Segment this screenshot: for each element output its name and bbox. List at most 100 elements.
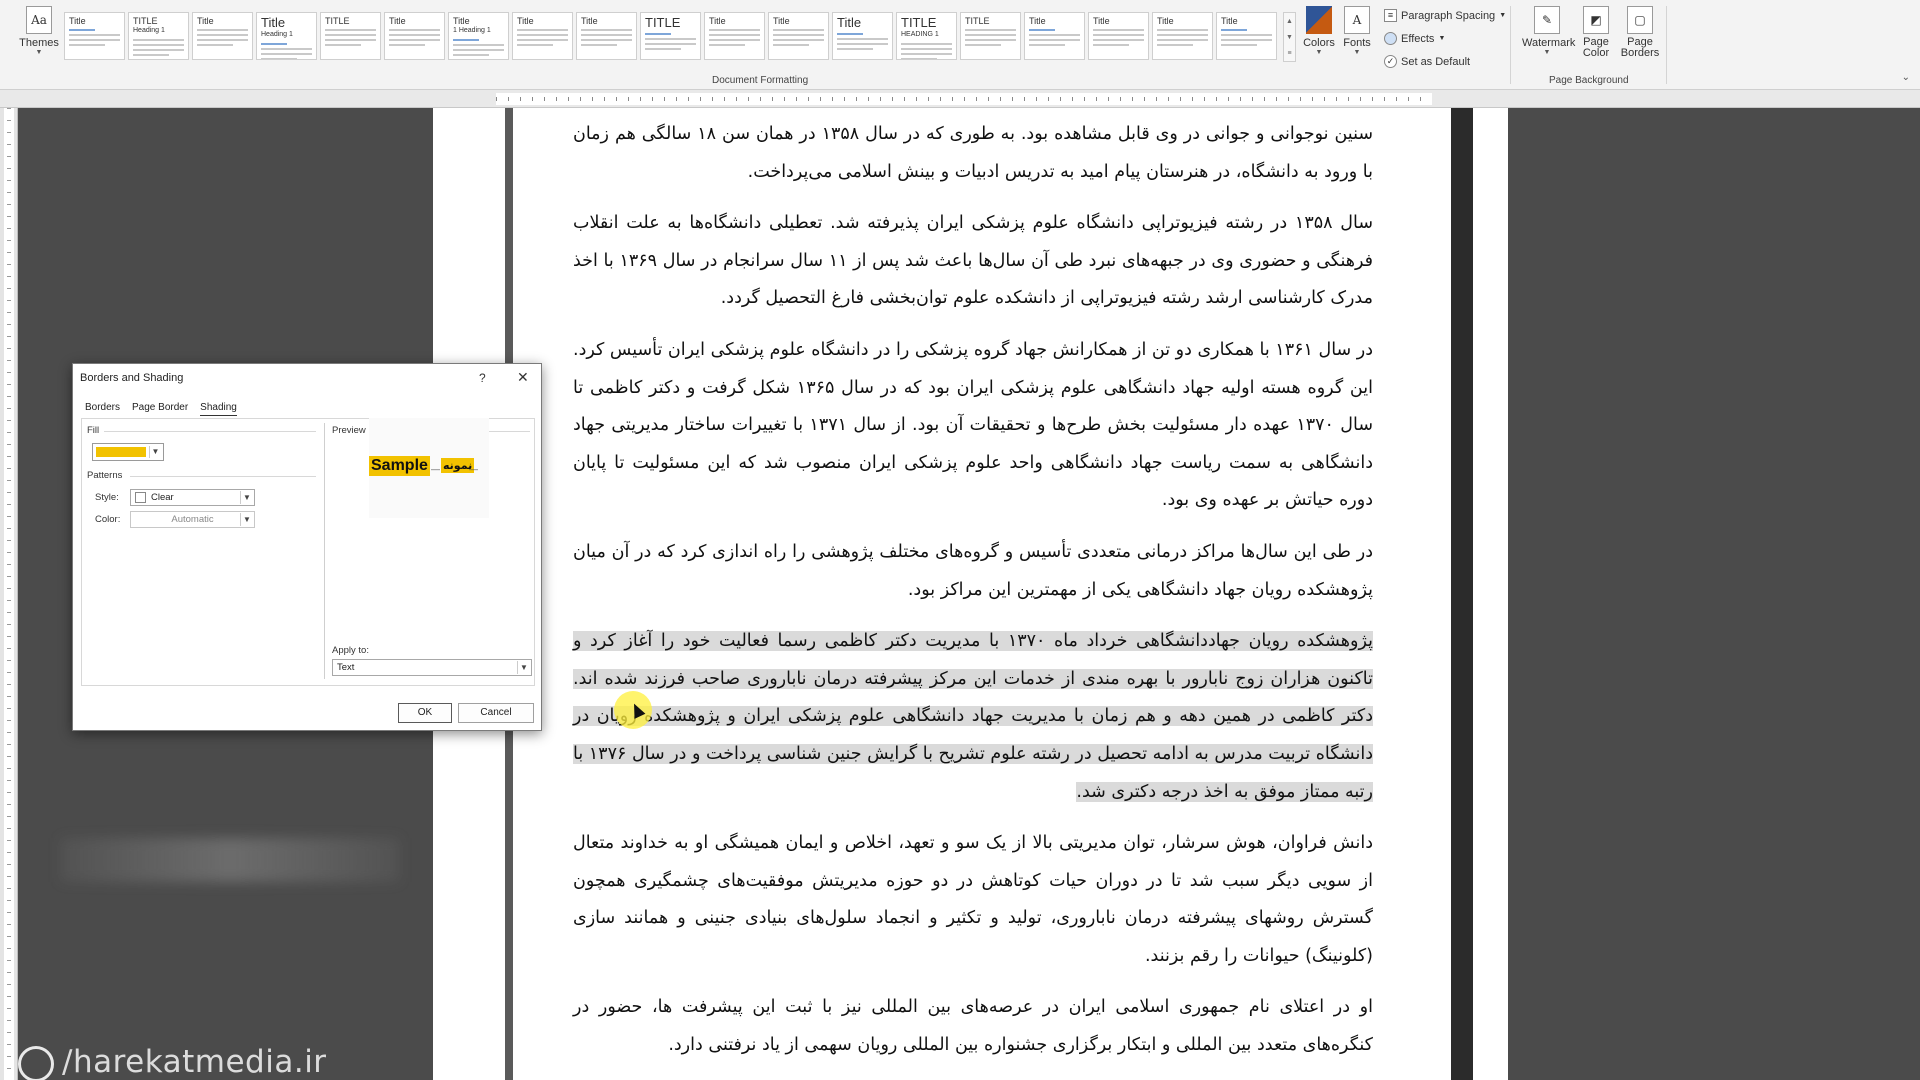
themes-button[interactable]: Aa Themes ▼	[18, 6, 60, 57]
fill-color-picker[interactable]: ▼	[92, 443, 164, 461]
paragraph[interactable]: دانش فراوان، هوش سرشار، توان مدیریتی بال…	[573, 825, 1373, 975]
document-page[interactable]: سنین نوجوانی و جوانی در وی قابل مشاهده ب…	[433, 108, 1508, 1080]
style-set-thumbnail[interactable]: TITLE	[960, 12, 1021, 60]
chevron-down-icon[interactable]: ▼	[517, 661, 530, 674]
style-thumbnail-title: Title	[1157, 16, 1174, 26]
watermark-button[interactable]: ✎ Watermark ▼	[1522, 6, 1575, 57]
chevron-up-icon[interactable]: ▲	[1286, 18, 1293, 25]
group-separator	[1666, 6, 1667, 84]
cancel-button[interactable]: Cancel	[458, 703, 534, 723]
style-set-thumbnail[interactable]: Title	[704, 12, 765, 60]
pattern-style-select[interactable]: Clear ▼	[130, 489, 255, 506]
tab-borders[interactable]: Borders	[85, 400, 120, 416]
pattern-color-select[interactable]: Automatic ▼	[130, 511, 255, 528]
paragraph[interactable]: او در اعتلای نام جمهوری اسلامی ایران در …	[573, 989, 1373, 1064]
tab-shading[interactable]: Shading	[200, 400, 237, 416]
chevron-down-icon[interactable]: ▼	[1286, 34, 1293, 41]
shading-preview: Sample — نمونه —	[369, 418, 489, 518]
style-set-thumbnail[interactable]: Title	[576, 12, 637, 60]
vertical-ruler[interactable]	[0, 108, 18, 1080]
chevron-down-icon[interactable]: ▼	[240, 491, 253, 504]
gallery-scroll[interactable]: ▲ ▼ ≡	[1283, 12, 1296, 62]
text-line-preview	[901, 48, 952, 50]
text-line-preview	[325, 39, 376, 41]
set-as-default-button[interactable]: ✓ Set as Default	[1384, 55, 1470, 68]
text-line-preview	[965, 34, 1016, 36]
paragraph[interactable]: سال ۱۳۵۸ در رشته فیزیوتراپی دانشگاه علوم…	[573, 205, 1373, 318]
style-set-thumbnail[interactable]: Title	[64, 12, 125, 60]
text-line-preview	[1221, 44, 1257, 46]
text-line-preview	[1029, 29, 1055, 31]
style-thumbnail-title: Title	[581, 16, 598, 26]
selected-paragraph[interactable]: پژوهشکده رویان جهاددانشگاهی خرداد ماه ۱۳…	[573, 623, 1374, 811]
paragraph-text: او در اعتلای نام جمهوری اسلامی ایران در …	[573, 997, 1373, 1056]
fonts-button[interactable]: A Fonts ▼	[1336, 6, 1378, 57]
themes-icon: Aa	[26, 6, 52, 34]
text-line-preview	[517, 44, 553, 46]
page-color-button[interactable]: ◩ Page Color	[1574, 6, 1618, 59]
text-line-preview	[69, 39, 120, 41]
style-thumbnail-title: Title	[837, 15, 862, 30]
paragraph[interactable]: در سال ۱۳۶۱ با همکاری دو تن از همکارانش …	[573, 332, 1373, 520]
blurred-region	[60, 838, 400, 882]
style-thumbnail-title: Title	[1029, 16, 1046, 26]
help-icon[interactable]: ?	[479, 371, 486, 385]
text-line-preview	[389, 44, 425, 46]
style-set-thumbnail[interactable]: TITLE	[320, 12, 381, 60]
effects-icon	[1384, 32, 1397, 45]
style-thumbnail-title: Title	[1221, 16, 1238, 26]
style-thumbnail-heading: Heading 1	[133, 27, 165, 34]
document-body[interactable]: سنین نوجوانی و جوانی در وی قابل مشاهده ب…	[573, 116, 1374, 1080]
collapse-ribbon-icon[interactable]: ⌄	[1902, 72, 1910, 83]
text-line-preview	[517, 39, 568, 41]
style-set-thumbnail[interactable]: Title	[1024, 12, 1085, 60]
text-line-preview	[389, 34, 440, 36]
text-line-preview	[1221, 29, 1247, 31]
apply-to-select[interactable]: Text ▼	[332, 659, 532, 676]
text-line-preview	[1221, 39, 1272, 41]
style-set-thumbnail[interactable]: Title	[1088, 12, 1149, 60]
style-set-thumbnail[interactable]: Title	[832, 12, 893, 60]
style-set-thumbnail[interactable]: Title 1 Heading 1	[448, 12, 509, 60]
page-borders-label: Page Borders	[1620, 36, 1660, 59]
panel-divider	[324, 423, 325, 679]
text-line-preview	[197, 29, 248, 31]
effects-label: Effects	[1401, 32, 1435, 45]
style-set-thumbnail[interactable]: Title	[384, 12, 445, 60]
chevron-down-icon: ▼	[1499, 12, 1507, 19]
colors-button[interactable]: Colors ▼	[1298, 6, 1340, 57]
text-line-preview	[453, 49, 504, 51]
style-set-thumbnail[interactable]: Title	[512, 12, 573, 60]
style-set-thumbnail[interactable]: TITLE HEADING 1	[896, 12, 957, 60]
style-set-thumbnail[interactable]: Title Heading 1	[256, 12, 317, 60]
style-set-thumbnail[interactable]: Title	[1152, 12, 1213, 60]
ok-button[interactable]: OK	[398, 703, 452, 723]
style-thumbnail-title: Title	[197, 16, 214, 26]
paragraph[interactable]: در طی این سال‌ها مراکز درمانی متعددی تأس…	[573, 534, 1373, 609]
text-line-preview	[261, 43, 287, 45]
style-set-thumbnail[interactable]: Title	[192, 12, 253, 60]
style-set-thumbnail[interactable]: Title	[768, 12, 829, 60]
style-set-thumbnail[interactable]: Title	[1216, 12, 1277, 60]
close-icon[interactable]: ✕	[517, 369, 529, 386]
paragraph-spacing-button[interactable]: ≡ Paragraph Spacing ▼	[1384, 9, 1506, 22]
text-line-preview	[453, 39, 479, 41]
chevron-down-icon[interactable]: ▼	[240, 513, 253, 526]
paragraph-text: در طی این سال‌ها مراکز درمانی متعددی تأس…	[573, 541, 1373, 600]
style-set-thumbnail[interactable]: TITLE	[640, 12, 701, 60]
paragraph[interactable]: سنین نوجوانی و جوانی در وی قابل مشاهده ب…	[573, 116, 1373, 191]
text-line-preview	[69, 34, 120, 36]
text-line-preview	[837, 43, 888, 45]
page-borders-button[interactable]: ▢ Page Borders	[1618, 6, 1662, 59]
effects-button[interactable]: Effects ▼	[1384, 32, 1445, 45]
text-line-preview	[581, 34, 632, 36]
text-line-preview	[133, 54, 169, 56]
color-label: Color:	[95, 514, 121, 525]
tab-page-border[interactable]: Page Border	[132, 400, 188, 416]
chevron-down-icon[interactable]: ▼	[149, 446, 161, 458]
style-set-thumbnail[interactable]: TITLE Heading 1	[128, 12, 189, 60]
more-icon[interactable]: ≡	[1287, 50, 1291, 57]
horizontal-ruler[interactable]	[0, 90, 1920, 108]
text-line-preview	[645, 48, 681, 50]
film-reel-icon	[18, 1046, 54, 1080]
